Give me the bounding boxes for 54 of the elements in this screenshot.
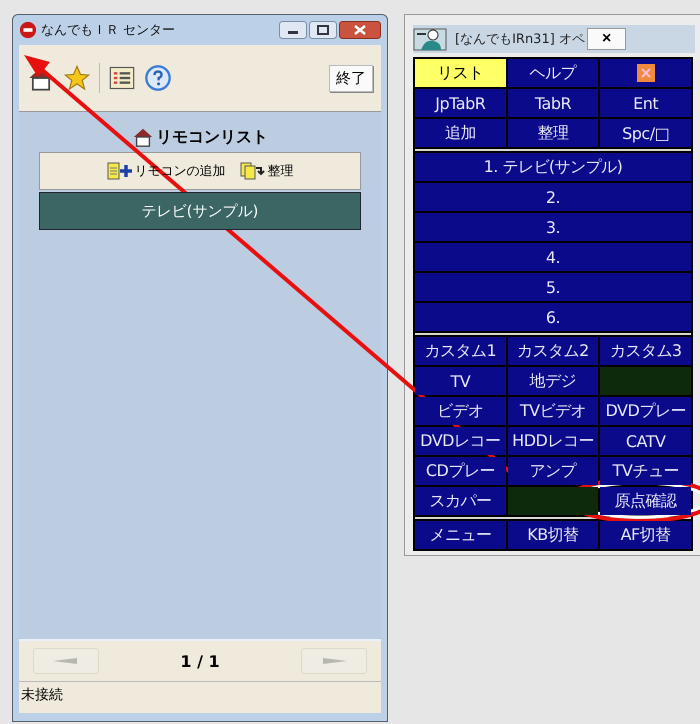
exit-button[interactable]: 終了 <box>329 64 373 92</box>
operator-button[interactable]: TV <box>415 367 506 395</box>
organize-button[interactable]: 整理 <box>240 162 294 180</box>
remote-item[interactable]: テレビ(サンプル) <box>39 192 361 230</box>
operator-button[interactable]: DVDレコー <box>415 427 506 455</box>
slot-button[interactable]: 3. <box>415 213 691 241</box>
operator-button[interactable]: DVDプレー <box>600 397 691 425</box>
operator-button[interactable]: 原点確認 <box>600 487 691 515</box>
operator-button[interactable]: TVビデオ <box>508 397 598 425</box>
operator-button[interactable]: KB切替 <box>508 521 598 549</box>
operator-button[interactable]: カスタム3 <box>600 337 691 365</box>
operator-button[interactable]: Spc/□ <box>600 119 691 147</box>
operator-button[interactable]: TVチュー <box>600 457 691 485</box>
maximize-icon[interactable] <box>309 21 337 39</box>
minimize-icon[interactable] <box>279 21 307 39</box>
operator-button[interactable]: カスタム2 <box>508 337 598 365</box>
operator-button[interactable]: CDプレー <box>415 457 506 485</box>
app-icon <box>19 21 37 39</box>
help-icon[interactable] <box>144 64 172 92</box>
close-button[interactable]: × <box>586 28 626 50</box>
list-icon[interactable] <box>108 64 136 92</box>
operator-button[interactable]: AF切替 <box>600 521 691 549</box>
operator-button[interactable]: 追加 <box>415 119 506 147</box>
status-bar: 未接続 <box>19 681 381 713</box>
home-icon <box>132 126 154 148</box>
documents-arrow-icon <box>240 162 266 180</box>
close-icon[interactable] <box>339 21 381 39</box>
operator-button[interactable]: カスタム1 <box>415 337 506 365</box>
slot-button[interactable]: 1. テレビ(サンプル) <box>415 153 691 181</box>
operator-button[interactable] <box>600 59 691 87</box>
operator-button[interactable]: Ent <box>600 89 691 117</box>
operator-button[interactable]: HDDレコー <box>508 427 598 455</box>
operator-button[interactable]: CATV <box>600 427 691 455</box>
slot-button[interactable]: 2. <box>415 183 691 211</box>
operator-button[interactable]: メニュー <box>415 521 506 549</box>
operator-button[interactable]: 整理 <box>508 119 598 147</box>
operator-button[interactable]: アンプ <box>508 457 598 485</box>
operator-button[interactable]: 地デジ <box>508 367 598 395</box>
operator-button[interactable]: TabR <box>508 89 598 117</box>
document-plus-icon <box>106 162 132 180</box>
operator-button[interactable]: スカパー <box>415 487 506 515</box>
page-indicator: 1 / 1 <box>180 652 220 670</box>
close-icon <box>636 64 655 82</box>
star-icon[interactable] <box>63 64 91 92</box>
operator-button[interactable]: リスト <box>415 59 506 87</box>
operator-button[interactable]: JpTabR <box>415 89 506 117</box>
window-title: なんでもＩＲ センター <box>41 22 176 39</box>
operator-button[interactable]: ビデオ <box>415 397 506 425</box>
slot-button[interactable]: 5. <box>415 273 691 301</box>
slot-button[interactable]: 6. <box>415 303 691 331</box>
operator-button[interactable]: ヘルプ <box>508 59 598 87</box>
slot-button[interactable]: 4. <box>415 243 691 271</box>
list-heading: リモコンリスト <box>156 126 268 148</box>
window-title: [なんでもIRn31] オペ <box>455 31 585 48</box>
